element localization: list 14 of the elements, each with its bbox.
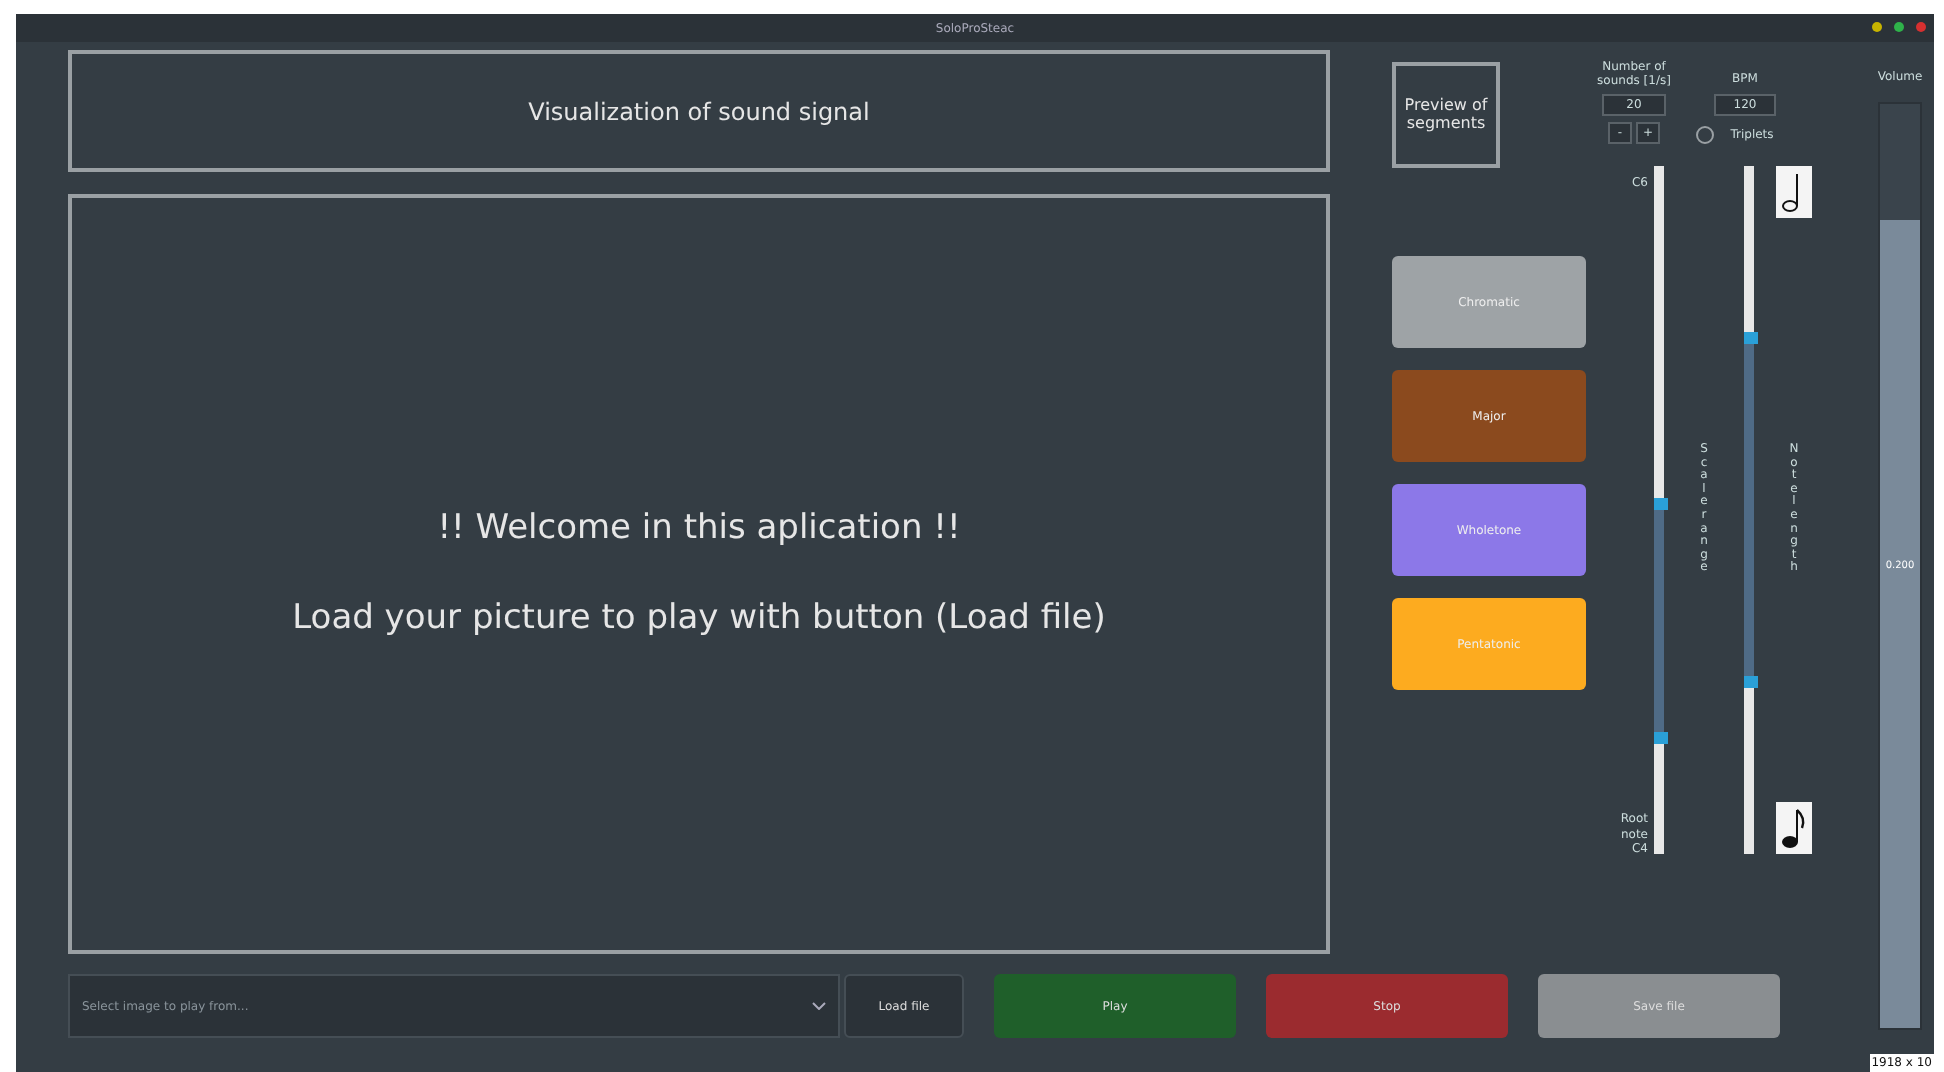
slider-track[interactable] <box>1744 166 1754 854</box>
slider-handle[interactable] <box>1744 332 1758 344</box>
window-control[interactable] <box>1872 22 1882 32</box>
panel-title: Visualization of sound signal <box>528 95 870 129</box>
window-control[interactable] <box>1916 22 1926 32</box>
chevron-down-icon <box>812 1002 826 1010</box>
slider-track[interactable] <box>1654 166 1664 854</box>
message-text: !! Welcome in this aplication !! <box>437 505 961 551</box>
slider-handle[interactable] <box>1654 497 1668 510</box>
preview-button[interactable]: Preview of segments <box>1392 62 1500 168</box>
message-text: Load your picture to play with button (Load file) <box>292 596 1106 642</box>
slider-handle[interactable] <box>1744 676 1758 688</box>
triplets-checkbox[interactable] <box>1696 126 1715 145</box>
window-control[interactable] <box>1894 22 1904 32</box>
